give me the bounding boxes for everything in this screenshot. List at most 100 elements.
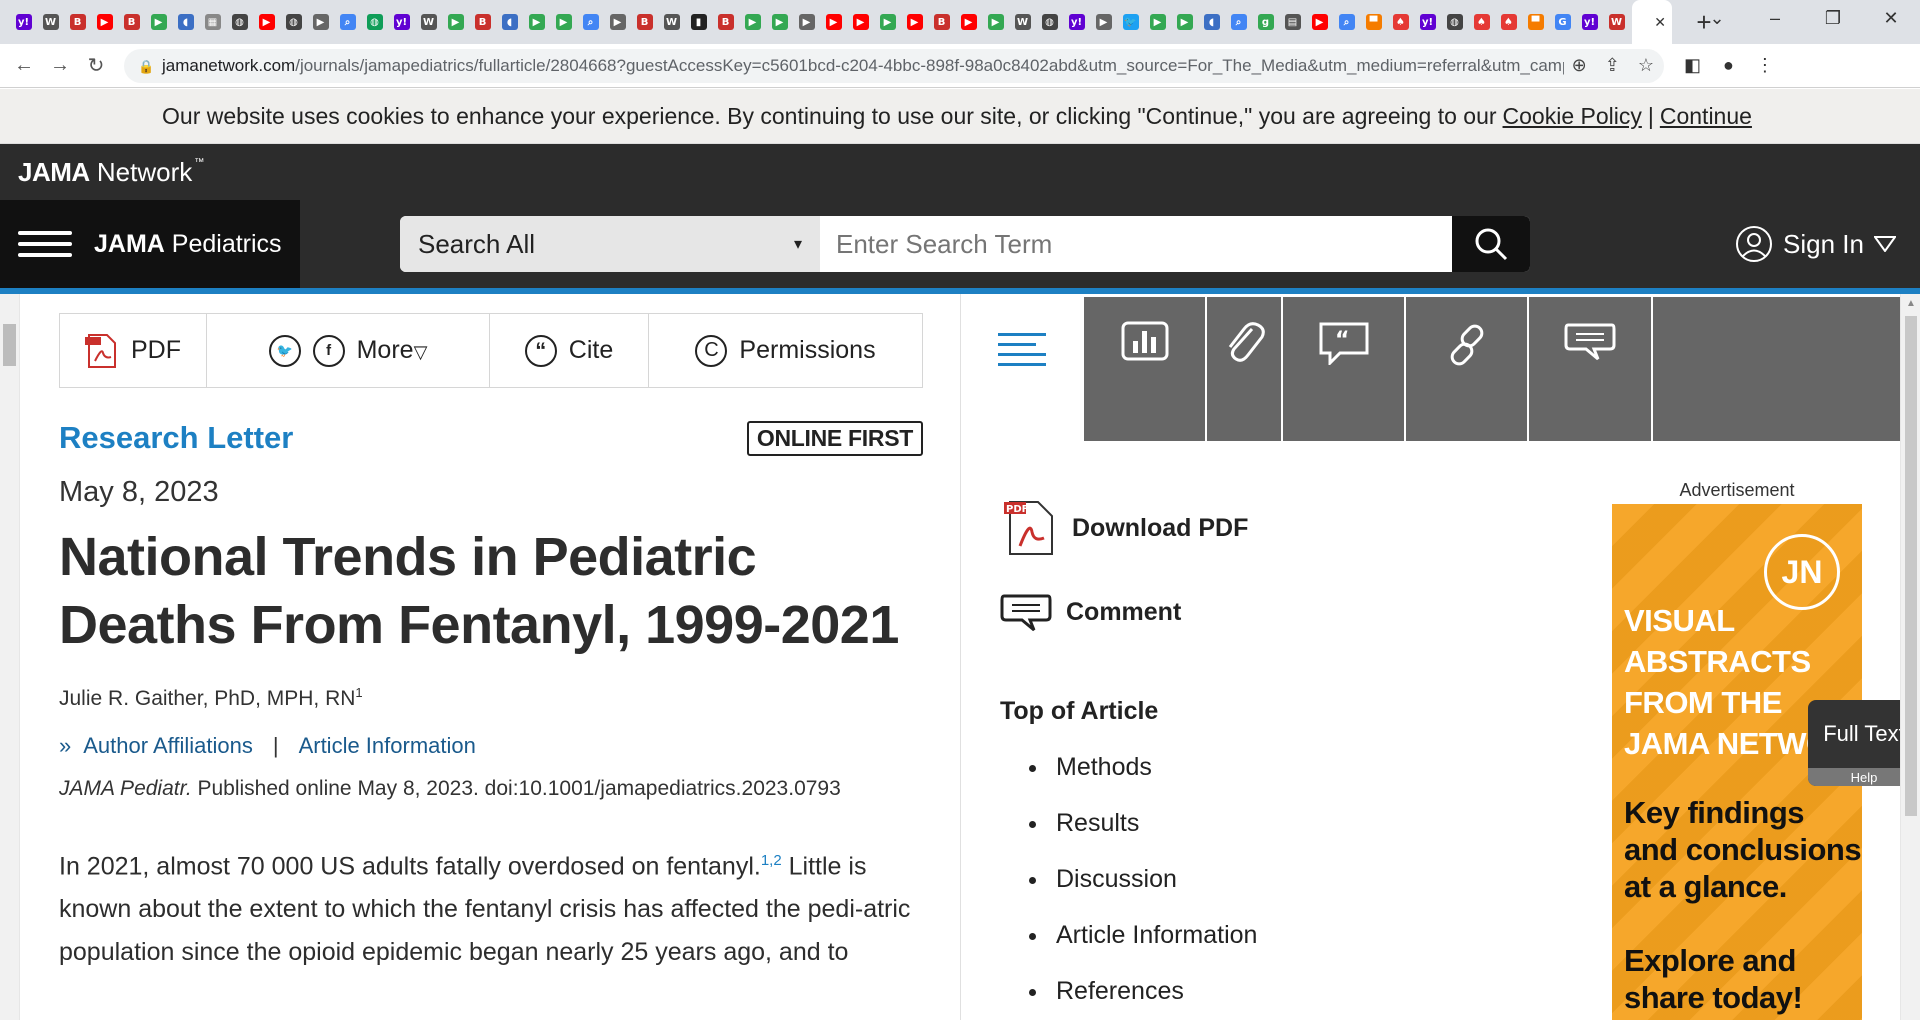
browser-tab[interactable]: ▶ [793, 0, 820, 44]
browser-tab[interactable]: W [415, 0, 442, 44]
comment-button[interactable]: Comment [1000, 592, 1181, 632]
tab-figures[interactable] [1084, 297, 1207, 441]
browser-tab[interactable]: ◖ [1198, 0, 1225, 44]
twitter-icon[interactable]: 🐦 [268, 334, 301, 367]
jama-network-logo[interactable]: JAMA Network ™ [18, 157, 204, 188]
author-affiliations-link[interactable]: Author Affiliations [83, 733, 253, 759]
tab-search-icon[interactable]: ⌄ [1688, 0, 1746, 36]
bookmark-star-icon[interactable]: ☆ [1638, 55, 1654, 76]
author-affiliation-ref[interactable]: 1 [355, 685, 362, 700]
toc-item[interactable]: References [1050, 974, 1257, 1008]
browser-tab[interactable]: ◖ [172, 0, 199, 44]
browser-tab[interactable]: ⌕ [1225, 0, 1252, 44]
browser-tab[interactable]: B [928, 0, 955, 44]
page-scrollbar[interactable]: ▲ [1900, 294, 1920, 1020]
reload-button[interactable]: ↻ [78, 48, 114, 84]
toc-item[interactable]: Article Information [1050, 918, 1257, 952]
browser-tab[interactable]: ◍ [361, 0, 388, 44]
browser-tab[interactable]: ▮ [685, 0, 712, 44]
top-of-article-link[interactable]: Top of Article [1000, 697, 1158, 726]
browser-tab[interactable]: ⌕ [334, 0, 361, 44]
browser-tab[interactable]: W [658, 0, 685, 44]
browser-menu-icon[interactable]: ⋮ [1756, 55, 1774, 76]
url-field[interactable]: 🔒 jamanetwork.com /journals/jamapediatri… [124, 48, 1664, 83]
browser-tab[interactable]: 🐦 [1117, 0, 1144, 44]
cite-button[interactable]: “ Cite [490, 314, 649, 387]
browser-tab[interactable]: ▶ [442, 0, 469, 44]
browser-tab[interactable]: ▶ [820, 0, 847, 44]
browser-tab[interactable]: ▶ [955, 0, 982, 44]
journal-title[interactable]: JAMA Pediatrics [94, 230, 282, 259]
browser-tab[interactable]: ▶ [604, 0, 631, 44]
browser-tab[interactable]: ♠ [1468, 0, 1495, 44]
pdf-button[interactable]: PDF [60, 314, 207, 387]
browser-tab[interactable]: ◖ [496, 0, 523, 44]
download-pdf-button[interactable]: PDF Download PDF [1000, 498, 1248, 558]
browser-tab[interactable]: W [1603, 0, 1630, 44]
browser-tab[interactable]: ♠ [1495, 0, 1522, 44]
browser-tab[interactable]: g [1252, 0, 1279, 44]
browser-tab[interactable]: ◍ [1036, 0, 1063, 44]
facebook-icon[interactable]: f [312, 334, 345, 367]
browser-tab[interactable]: ▶ [523, 0, 550, 44]
browser-tab[interactable]: ◍ [226, 0, 253, 44]
minimize-button[interactable]: – [1746, 0, 1804, 36]
cookie-policy-link[interactable]: Cookie Policy [1503, 103, 1642, 130]
rail-menu-icon[interactable] [998, 326, 1046, 373]
browser-tab[interactable]: ▶ [847, 0, 874, 44]
side-panel-icon[interactable]: ◧ [1684, 55, 1701, 76]
zoom-icon[interactable]: ⊕ [1572, 55, 1587, 76]
profile-icon[interactable]: ● [1723, 55, 1734, 76]
forward-button[interactable]: → [42, 48, 78, 84]
browser-tab[interactable]: G [1549, 0, 1576, 44]
reference-link[interactable]: 1,2 [761, 852, 782, 869]
browser-tab[interactable]: ▶ [874, 0, 901, 44]
browser-tab[interactable]: y! [10, 0, 37, 44]
left-scroll-thumb[interactable] [3, 324, 16, 366]
close-tab-icon[interactable]: ✕ [1654, 14, 1666, 31]
browser-tab[interactable]: ▶ [982, 0, 1009, 44]
browser-tab[interactable]: ▶ [766, 0, 793, 44]
browser-tab[interactable]: ▀ [1522, 0, 1549, 44]
browser-tab[interactable]: y! [1414, 0, 1441, 44]
browser-tab[interactable]: ⌕ [1333, 0, 1360, 44]
browser-tab[interactable]: ▶ [1306, 0, 1333, 44]
browser-tab[interactable]: ▶ [1144, 0, 1171, 44]
browser-tab[interactable]: ⌕ [577, 0, 604, 44]
tab-comments[interactable] [1529, 297, 1653, 441]
browser-tab[interactable]: B [631, 0, 658, 44]
browser-tab[interactable]: ◍ [280, 0, 307, 44]
browser-tab[interactable]: ▶ [91, 0, 118, 44]
browser-tab[interactable]: B [712, 0, 739, 44]
permissions-button[interactable]: C Permissions [649, 314, 922, 387]
search-scope-select[interactable]: Search All ▾ [400, 216, 820, 272]
browser-tab[interactable]: W [37, 0, 64, 44]
browser-tab[interactable]: ♠ [1387, 0, 1414, 44]
tab-related[interactable] [1406, 297, 1529, 441]
more-button[interactable]: More▽ [357, 336, 428, 365]
browser-tab[interactable]: ▶ [253, 0, 280, 44]
browser-tab[interactable]: ▀ [1360, 0, 1387, 44]
browser-tab[interactable]: y! [1576, 0, 1603, 44]
browser-tab[interactable]: ▶ [145, 0, 172, 44]
page-scroll-thumb[interactable] [1905, 316, 1917, 816]
cookie-continue-link[interactable]: Continue [1660, 103, 1752, 130]
browser-tab[interactable]: B [469, 0, 496, 44]
toc-item[interactable]: Results [1050, 806, 1257, 840]
browser-tab[interactable]: ◍ [1441, 0, 1468, 44]
browser-tab[interactable]: W [1009, 0, 1036, 44]
browser-tab[interactable]: ▶ [550, 0, 577, 44]
tab-citations[interactable]: “ [1283, 297, 1406, 441]
browser-tab[interactable]: ▶ [901, 0, 928, 44]
browser-tab[interactable]: ▶ [739, 0, 766, 44]
author-name[interactable]: Julie R. Gaither, PhD, MPH, RN [59, 687, 355, 710]
browser-tab[interactable]: ▤ [1279, 0, 1306, 44]
browser-tab[interactable]: y! [388, 0, 415, 44]
active-tab[interactable]: ✕ [1632, 0, 1672, 44]
toc-item[interactable]: Methods [1050, 750, 1257, 784]
browser-tab[interactable]: y! [1063, 0, 1090, 44]
browser-tab[interactable]: ▦ [199, 0, 226, 44]
browser-tab[interactable]: ▶ [1090, 0, 1117, 44]
left-scrollbar[interactable] [0, 294, 20, 1020]
restore-button[interactable]: ❐ [1804, 0, 1862, 36]
